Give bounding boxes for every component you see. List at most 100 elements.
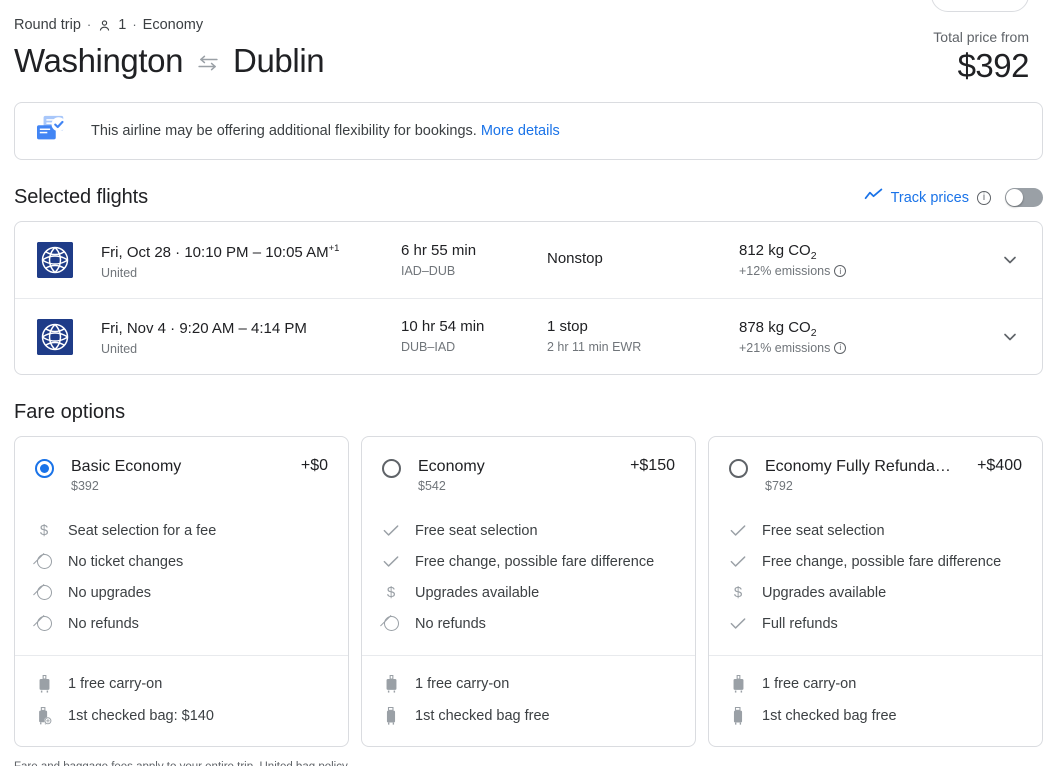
flexibility-banner: This airline may be offering additional … bbox=[14, 102, 1043, 160]
baggage-item: 1st checked bag free bbox=[382, 700, 675, 732]
flight-co2-amount: 812 kg CO2 bbox=[739, 242, 939, 262]
fare-name: Economy bbox=[418, 458, 485, 475]
flight-emissions-column: 878 kg CO2 +21% emissions i bbox=[739, 319, 939, 355]
fare-feature-label: Free seat selection bbox=[762, 522, 885, 539]
flight-route-codes: IAD–DUB bbox=[401, 263, 456, 278]
co2-subscript: 2 bbox=[810, 250, 817, 262]
fare-feature: Free seat selection bbox=[729, 515, 1022, 546]
share-button-label: Share bbox=[973, 0, 1010, 3]
baggage-label: 1st checked bag free bbox=[415, 708, 550, 724]
baggage-item: 1 free carry-on bbox=[382, 668, 675, 700]
person-icon bbox=[97, 18, 112, 33]
fare-feature-label: Free change, possible fare difference bbox=[415, 553, 655, 570]
fare-price-delta: +$150 bbox=[630, 457, 675, 474]
flight-route-codes: DUB–IAD bbox=[401, 340, 456, 354]
fare-name-group: Basic Economy $392 bbox=[71, 457, 291, 493]
checked-bag-icon bbox=[382, 707, 400, 725]
fare-feature-label: Seat selection for a fee bbox=[68, 522, 217, 539]
baggage-item: 1 free carry-on bbox=[35, 668, 328, 700]
flight-emissions-delta: +21% emissions i bbox=[739, 341, 939, 355]
fare-card[interactable]: Economy $542 +$150 Free seat selection F… bbox=[361, 436, 696, 747]
share-button[interactable]: Share bbox=[930, 0, 1029, 12]
fare-card[interactable]: Economy Fully Refunda… $792 +$400 Free s… bbox=[708, 436, 1043, 747]
fare-baggage-list: 1 free carry-on 1st checked bag free bbox=[362, 655, 695, 746]
emissions-info-icon[interactable]: i bbox=[834, 341, 847, 354]
fare-feature: $ Seat selection for a fee bbox=[35, 515, 328, 546]
flight-duration-column: 6 hr 55 min IAD–DUB bbox=[401, 241, 547, 280]
fare-card-header: Economy $542 +$150 bbox=[362, 437, 695, 493]
baggage-label: 1 free carry-on bbox=[762, 676, 857, 692]
expand-flight-chevron-down-icon[interactable] bbox=[1000, 327, 1020, 347]
selected-flights-title: Selected flights bbox=[14, 186, 149, 208]
emissions-delta-text: +21% emissions bbox=[739, 340, 831, 355]
fare-price-delta: +$0 bbox=[300, 457, 328, 474]
flight-co2-amount: 878 kg CO2 bbox=[739, 319, 939, 339]
fare-feature: No ticket changes bbox=[35, 546, 328, 577]
flight-row[interactable]: Fri, Oct 28 · 10:10 PM – 10:05 AM+1 Unit… bbox=[15, 222, 1042, 298]
dollar-icon: $ bbox=[39, 522, 49, 539]
united-bag-policy-link[interactable]: United bag policy bbox=[260, 761, 348, 766]
flight-times-text: Fri, Oct 28 · 10:10 PM – 10:05 AM bbox=[101, 243, 329, 261]
expand-flight-chevron-down-icon[interactable] bbox=[1000, 250, 1020, 270]
check-icon bbox=[382, 524, 400, 537]
trip-summary: Round trip · 1 · Economy bbox=[14, 16, 1043, 34]
baggage-label: 1st checked bag: $140 bbox=[68, 708, 214, 724]
origin-city: Washington bbox=[14, 42, 184, 79]
fare-radio-button[interactable] bbox=[35, 459, 54, 478]
fare-baggage-list: 1 free carry-on 1st checked bag: $140 bbox=[15, 655, 348, 746]
fare-radio-button[interactable] bbox=[382, 459, 401, 478]
baggage-item: 1st checked bag: $140 bbox=[35, 700, 328, 732]
fare-features-list: Free seat selection Free change, possibl… bbox=[709, 493, 1042, 655]
fare-card-header: Economy Fully Refunda… $792 +$400 bbox=[709, 437, 1042, 493]
flight-row[interactable]: Fri, Nov 4 · 9:20 AM – 4:14 PM United 10… bbox=[15, 298, 1042, 374]
flight-stops: 1 stop bbox=[547, 318, 588, 335]
fare-feature-label: No upgrades bbox=[68, 584, 152, 601]
fare-feature: No upgrades bbox=[35, 577, 328, 608]
trip-type-label: Round trip bbox=[14, 17, 81, 33]
header-right-group: Share Total price from $392 bbox=[930, 0, 1030, 86]
emissions-info-icon[interactable]: i bbox=[834, 265, 847, 277]
flight-emissions-column: 812 kg CO2 +12% emissions i bbox=[739, 242, 939, 278]
check-icon bbox=[382, 555, 400, 568]
fare-radio-button[interactable] bbox=[729, 459, 748, 478]
fare-feature-label: Upgrades available bbox=[762, 584, 887, 601]
fare-feature-label: Upgrades available bbox=[415, 584, 540, 601]
fare-base-price: $542 bbox=[418, 479, 446, 493]
day-offset-badge: +1 bbox=[328, 242, 340, 254]
selected-flights-list: Fri, Oct 28 · 10:10 PM – 10:05 AM+1 Unit… bbox=[14, 221, 1043, 375]
fare-baggage-list: 1 free carry-on 1st checked bag free bbox=[709, 655, 1042, 746]
fare-feature-label: Free seat selection bbox=[415, 522, 538, 539]
flight-schedule-column: Fri, Nov 4 · 9:20 AM – 4:14 PM United bbox=[101, 315, 401, 358]
fare-options-grid: Basic Economy $392 +$0 $ Seat selection … bbox=[14, 436, 1043, 747]
no-icon bbox=[35, 616, 53, 631]
flight-airline: United bbox=[101, 265, 138, 280]
baggage-label: 1 free carry-on bbox=[415, 676, 510, 692]
baggage-label: 1 free carry-on bbox=[68, 676, 163, 692]
baggage-item: 1 free carry-on bbox=[729, 668, 1022, 700]
flight-co2-value: 812 kg CO bbox=[739, 242, 811, 259]
fare-feature-label: No ticket changes bbox=[68, 553, 184, 570]
flight-stops-column: Nonstop bbox=[547, 249, 739, 271]
fare-price-delta: +$400 bbox=[977, 457, 1022, 474]
fare-feature: Free change, possible fare difference bbox=[729, 546, 1022, 577]
emissions-delta-text: +12% emissions bbox=[739, 264, 831, 278]
flight-booking-page: Round trip · 1 · Economy Washington Dubl… bbox=[0, 0, 1057, 766]
swap-arrows-icon bbox=[197, 51, 219, 71]
baggage-label: 1st checked bag free bbox=[762, 708, 897, 724]
track-prices-toggle[interactable] bbox=[1005, 188, 1043, 207]
fare-feature: $ Upgrades available bbox=[729, 577, 1022, 608]
check-icon bbox=[729, 555, 747, 568]
fare-feature-label: No refunds bbox=[68, 615, 139, 632]
share-icon bbox=[950, 0, 965, 4]
track-prices-label: Track prices bbox=[890, 189, 969, 206]
flight-stops: Nonstop bbox=[547, 250, 603, 267]
flight-emissions-delta: +12% emissions i bbox=[739, 264, 939, 278]
fare-feature-label: No refunds bbox=[415, 615, 486, 632]
separator-dot-2: · bbox=[132, 17, 137, 32]
more-details-link[interactable]: More details bbox=[481, 123, 560, 139]
check-icon bbox=[729, 524, 747, 537]
passenger-count: 1 bbox=[118, 17, 127, 33]
fare-card[interactable]: Basic Economy $392 +$0 $ Seat selection … bbox=[14, 436, 349, 747]
fare-base-price: $792 bbox=[765, 479, 793, 493]
track-prices-info-icon[interactable]: i bbox=[977, 190, 991, 205]
